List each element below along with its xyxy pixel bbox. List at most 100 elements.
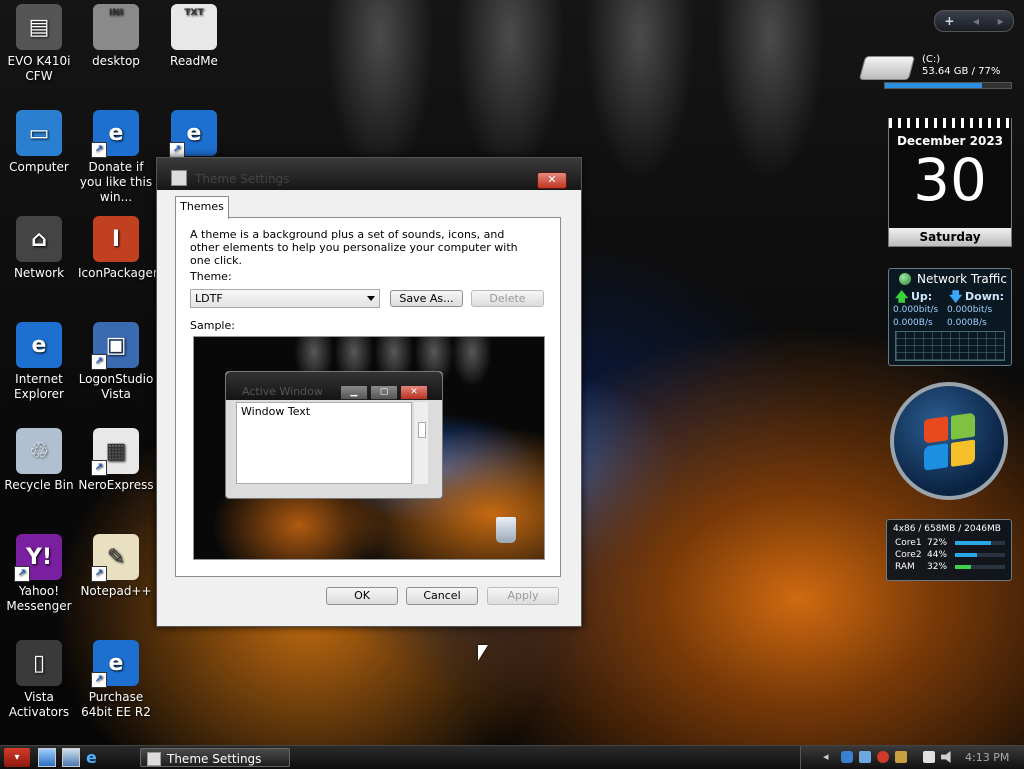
desktop-icon[interactable]: ▯ Vista Activators bbox=[1, 640, 77, 720]
txt-file-icon: TXT bbox=[171, 4, 217, 50]
up-bits: 0.000bit/s bbox=[893, 305, 939, 315]
shortcut-arrow-icon: ↗ bbox=[14, 566, 30, 582]
taskbar: ▾ e Theme Settings ◂ 4:13 PM bbox=[0, 745, 1024, 769]
tab-themes[interactable]: Themes bbox=[175, 196, 229, 219]
cpu-row-bar-fill bbox=[955, 541, 991, 545]
desktop-icon[interactable]: e Internet Explorer bbox=[1, 322, 77, 402]
sample-close-icon: ✕ bbox=[400, 385, 428, 400]
ini-file-icon: INI bbox=[93, 4, 139, 50]
calendar-weekday: Saturday bbox=[889, 228, 1011, 246]
internet-explorer-icon: e ↗ bbox=[169, 110, 217, 158]
wallpaper-spotlight bbox=[715, 0, 825, 180]
cpu-meter-gadget[interactable]: 4x86 / 658MB / 2046MB Core1 72% Core2 44% RA… bbox=[886, 519, 1012, 581]
shortcut-arrow-icon: ↗ bbox=[91, 672, 107, 688]
folder-icon: ▯ bbox=[16, 640, 62, 686]
internet-explorer-icon: e ↗ bbox=[91, 110, 139, 158]
save-as-button[interactable]: Save As... bbox=[390, 290, 463, 307]
nero-icon: ▦ ↗ bbox=[91, 428, 139, 476]
prev-gadget-button[interactable]: ◂ bbox=[973, 14, 979, 28]
delete-button[interactable]: Delete bbox=[471, 290, 544, 307]
desktop-icon-label: LogonStudio Vista bbox=[78, 372, 154, 401]
desktop-icon[interactable]: ▣ ↗ LogonStudio Vista bbox=[78, 322, 154, 402]
sample-recycle-bin-icon bbox=[496, 517, 516, 543]
network-icon: ⌂ bbox=[16, 216, 62, 262]
drive-usage-bar bbox=[884, 82, 1012, 89]
next-gadget-button[interactable]: ▸ bbox=[998, 14, 1004, 28]
file-type-badge: TXT bbox=[184, 8, 204, 18]
desktop-icon[interactable]: e ↗ Purchase 64bit EE R2 bbox=[78, 640, 154, 720]
desktop-icon[interactable]: ▦ ↗ NeroExpress bbox=[78, 428, 154, 493]
desktop-icon-label: NeroExpress bbox=[78, 478, 154, 492]
desktop-icon[interactable]: ▭ Computer bbox=[1, 110, 77, 175]
drive-gadget[interactable]: (C:) 53.64 GB / 77% bbox=[858, 52, 1012, 90]
internet-explorer-icon: e bbox=[16, 322, 62, 368]
sample-minimize-icon: ▁ bbox=[340, 385, 368, 400]
add-gadget-button[interactable]: + bbox=[944, 14, 954, 28]
switch-windows-icon[interactable] bbox=[62, 748, 80, 767]
desktop-icon[interactable]: e ↗ bbox=[156, 110, 232, 160]
dialog-app-icon bbox=[171, 170, 187, 186]
drive-info: 53.64 GB / 77% bbox=[922, 66, 1001, 77]
wallpaper-spotlight bbox=[325, 0, 435, 180]
tray-monitor-icon[interactable] bbox=[923, 751, 935, 763]
cancel-button[interactable]: Cancel bbox=[406, 587, 478, 605]
shortcut-arrow-icon: ↗ bbox=[91, 142, 107, 158]
drive-letter: (C:) bbox=[922, 54, 941, 65]
notepad-icon: ✎ ↗ bbox=[91, 534, 139, 582]
network-title: Network Traffic bbox=[917, 272, 1007, 286]
clock-gadget[interactable] bbox=[890, 382, 1008, 500]
calendar-day: 30 bbox=[913, 146, 987, 214]
desktop-icon-label: desktop bbox=[92, 54, 140, 68]
network-globe-icon bbox=[899, 273, 911, 285]
desktop-icon[interactable]: INI desktop bbox=[78, 4, 154, 69]
taskbar-clock[interactable]: 4:13 PM bbox=[965, 751, 1009, 764]
recycle-bin-icon: ♲ bbox=[16, 428, 62, 474]
wallpaper-spotlight bbox=[585, 0, 695, 180]
cpu-row-bar bbox=[955, 541, 1005, 545]
desktop-icon[interactable]: TXT ReadMe bbox=[156, 4, 232, 69]
tray-arrow-icon[interactable]: ◂ bbox=[823, 750, 829, 763]
wallpaper-spotlight bbox=[455, 0, 565, 180]
desktop-icon-label: Internet Explorer bbox=[14, 372, 64, 401]
theme-select[interactable]: LDTF bbox=[190, 289, 380, 308]
cpu-row-label: RAM bbox=[895, 562, 915, 572]
sample-scrollbar bbox=[414, 402, 428, 484]
logonstudio-icon: ▣ ↗ bbox=[91, 322, 139, 370]
desktop-icon[interactable]: ▤ EVO K410i CFW bbox=[1, 4, 77, 84]
shortcut-arrow-icon: ↗ bbox=[91, 460, 107, 476]
tray-tool-icon[interactable] bbox=[895, 751, 907, 763]
cpu-row-bar bbox=[955, 553, 1005, 557]
desktop-icon[interactable]: ♲ Recycle Bin bbox=[1, 428, 77, 493]
desktop-icon[interactable]: e ↗ Donate if you like this win... bbox=[78, 110, 154, 205]
network-traffic-gadget[interactable]: Network Traffic 🡅 Up: 🡇 Down: 0.000bit/s… bbox=[888, 268, 1012, 366]
desktop-icon-label: Vista Activators bbox=[8, 690, 70, 719]
dialog-close-button[interactable]: ✕ bbox=[537, 172, 567, 189]
computer-icon: ▭ bbox=[16, 110, 62, 156]
sample-spotlight bbox=[452, 337, 492, 387]
theme-select-value: LDTF bbox=[195, 292, 223, 305]
hard-drive-icon bbox=[858, 56, 916, 80]
show-desktop-icon[interactable] bbox=[38, 748, 56, 767]
apply-button[interactable]: Apply bbox=[487, 587, 559, 605]
tray-volume-icon[interactable] bbox=[941, 751, 951, 763]
taskbar-button-theme-settings[interactable]: Theme Settings bbox=[140, 748, 290, 767]
tray-bluetooth-icon[interactable] bbox=[841, 751, 853, 763]
file-type-badge: INI bbox=[108, 8, 124, 18]
sample-label: Sample: bbox=[190, 319, 235, 332]
tray-network-icon[interactable] bbox=[859, 751, 871, 763]
taskbar-task-label: Theme Settings bbox=[167, 752, 262, 766]
desktop-icon[interactable]: I IconPackager bbox=[78, 216, 158, 281]
dialog-title: Theme Settings bbox=[195, 172, 290, 186]
start-button[interactable]: ▾ bbox=[4, 748, 30, 767]
quicklaunch-ie-icon[interactable]: e bbox=[86, 748, 104, 767]
desktop-icon[interactable]: Y! ↗ Yahoo! Messenger bbox=[1, 534, 77, 614]
themes-tab-panel: A theme is a background plus a set of so… bbox=[175, 217, 561, 577]
calendar-gadget[interactable]: December 2023 30 Saturday bbox=[888, 118, 1012, 247]
tray-security-icon[interactable] bbox=[877, 751, 889, 763]
ok-button[interactable]: OK bbox=[326, 587, 398, 605]
desktop-icon-label: Yahoo! Messenger bbox=[6, 584, 72, 613]
desktop-icon-label: Network bbox=[13, 266, 65, 280]
desktop-icon[interactable]: ✎ ↗ Notepad++ bbox=[78, 534, 154, 599]
desktop-icon[interactable]: ⌂ Network bbox=[1, 216, 77, 281]
dialog-titlebar[interactable]: Theme Settings ✕ bbox=[157, 158, 581, 190]
